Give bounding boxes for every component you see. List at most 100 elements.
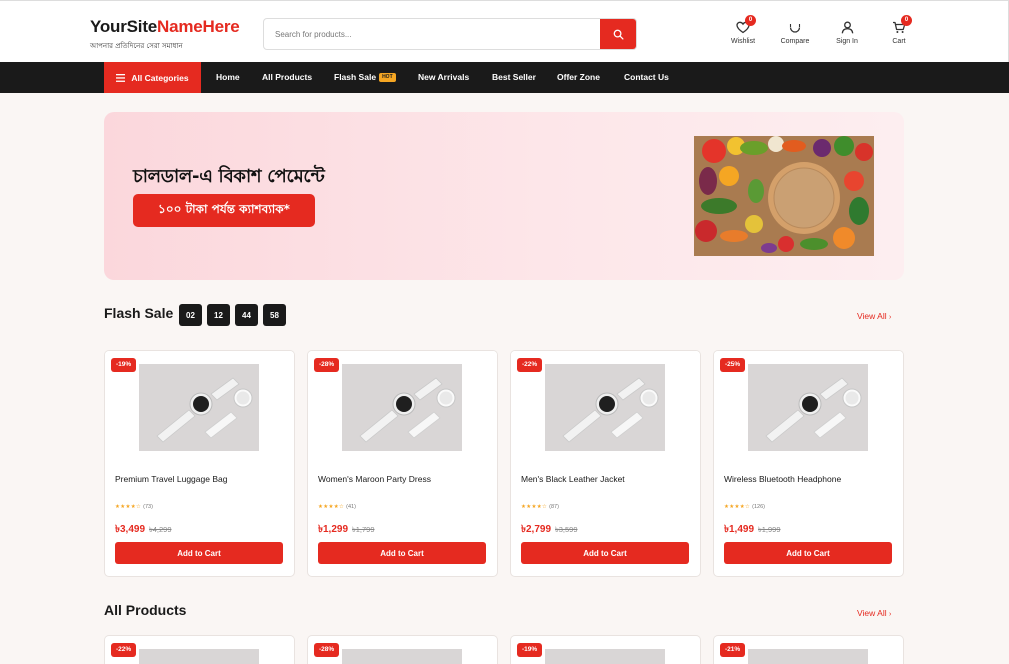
- nav-item-best-seller[interactable]: Best Seller: [492, 62, 536, 93]
- rating-stars: ★★★★☆: [521, 504, 548, 510]
- all-products-title: All Products: [104, 602, 187, 618]
- product-price: ৳2,799 ৳3,599: [521, 522, 578, 539]
- product-name[interactable]: Women's Maroon Party Dress: [318, 474, 431, 484]
- menu-icon: [116, 73, 126, 82]
- all-products-view-all-label: View All: [857, 608, 887, 618]
- product-rating: ★★★★☆ (73): [115, 504, 153, 510]
- discount-badge: -21%: [720, 643, 746, 657]
- nav-item-all-products[interactable]: All Products: [262, 62, 312, 93]
- add-to-cart-button[interactable]: Add to Cart: [318, 542, 486, 564]
- flash-sale-label: Flash Sale: [334, 72, 377, 82]
- product-card[interactable]: -19% Premium Travel Luggage Bag ★★★★☆ (73…: [104, 350, 295, 577]
- cart-button[interactable]: 0 Cart: [879, 15, 919, 45]
- add-to-cart-button[interactable]: Add to Cart: [724, 542, 892, 564]
- search-icon: [613, 29, 624, 40]
- product-card[interactable]: -28% Women's Maroon Party Dress ★★★★☆ (41…: [307, 350, 498, 577]
- product-price: ৳1,299 ৳1,799: [318, 522, 375, 539]
- watch-image: [139, 364, 259, 451]
- product-card[interactable]: -22% Men's Black Leather Jacket ★★★★☆ (87…: [510, 350, 701, 577]
- current-price: ৳1,299: [318, 524, 349, 535]
- discount-badge: -19%: [111, 358, 137, 372]
- product-image: [748, 649, 868, 664]
- old-price: ৳4,299: [149, 525, 172, 534]
- product-rating: ★★★★☆ (126): [724, 504, 765, 510]
- nav-item-flash-sale[interactable]: Flash Sale HOT: [334, 62, 396, 93]
- search-input[interactable]: [264, 19, 602, 49]
- rating-stars: ★★★★☆: [724, 504, 751, 510]
- review-count: (73): [143, 504, 153, 510]
- product-card[interactable]: -22%: [104, 635, 295, 664]
- timer-days: 02: [179, 304, 202, 326]
- product-rating: ★★★★☆ (41): [318, 504, 356, 510]
- discount-badge: -28%: [314, 643, 340, 657]
- product-card[interactable]: -21%: [713, 635, 904, 664]
- nav-item-new-arrivals[interactable]: New Arrivals: [418, 62, 469, 93]
- nav-item-contact-us[interactable]: Contact Us: [624, 62, 669, 93]
- product-rating: ★★★★☆ (87): [521, 504, 559, 510]
- discount-badge: -22%: [517, 358, 543, 372]
- old-price: ৳1,999: [758, 525, 781, 534]
- product-image: [545, 649, 665, 664]
- compare-label: Compare: [780, 38, 810, 45]
- review-count: (126): [752, 504, 765, 510]
- timer-hours: 12: [207, 304, 230, 326]
- product-name[interactable]: Wireless Bluetooth Headphone: [724, 474, 841, 484]
- smartwatch-illustration: [748, 364, 868, 451]
- product-name[interactable]: Men's Black Leather Jacket: [521, 474, 625, 484]
- current-price: ৳2,799: [521, 524, 552, 535]
- rating-stars: ★★★★☆: [115, 504, 142, 510]
- smartwatch-illustration: [139, 364, 259, 451]
- timer-seconds: 58: [263, 304, 286, 326]
- hero-banner[interactable]: চালডাল-এ বিকাশ পেমেন্টে ১০০ টাকা পর্যন্ত…: [104, 112, 904, 280]
- hot-badge: HOT: [379, 73, 396, 83]
- search-button[interactable]: [600, 19, 636, 49]
- smartwatch-illustration: [545, 364, 665, 451]
- timer-minutes: 44: [235, 304, 258, 326]
- vegetables-illustration: [694, 136, 874, 256]
- sign-in-button[interactable]: Sign In: [827, 19, 867, 45]
- site-logo[interactable]: YourSiteNameHere: [90, 17, 240, 37]
- product-name[interactable]: Premium Travel Luggage Bag: [115, 474, 227, 484]
- wishlist-label: Wishlist: [730, 38, 756, 45]
- nav-item-offer-zone[interactable]: Offer Zone: [557, 62, 600, 93]
- site-header: YourSiteNameHere আপনার প্রতিদিনের সেরা স…: [0, 0, 1009, 62]
- chevron-right-icon: ›: [888, 611, 892, 618]
- all-categories-label: All Categories: [131, 72, 189, 83]
- discount-badge: -28%: [314, 358, 340, 372]
- nav-item-home[interactable]: Home: [216, 62, 240, 93]
- all-categories-button[interactable]: All Categories: [104, 62, 201, 93]
- old-price: ৳3,599: [555, 525, 578, 534]
- hero-cashback-button[interactable]: ১০০ টাকা পর্যন্ত ক্যাশব্যাক*: [133, 194, 315, 227]
- hero-title: চালডাল-এ বিকাশ পেমেন্টে: [133, 166, 325, 187]
- product-card[interactable]: -25% Wireless Bluetooth Headphone ★★★★☆(…: [713, 350, 904, 577]
- refresh-icon: [789, 23, 801, 33]
- cart-label: Cart: [892, 38, 906, 45]
- all-products-view-all-link[interactable]: View All ›: [857, 608, 891, 618]
- discount-badge: -22%: [111, 643, 137, 657]
- add-to-cart-button[interactable]: Add to Cart: [115, 542, 283, 564]
- watch-image: [748, 364, 868, 451]
- discount-badge: -19%: [517, 643, 543, 657]
- current-price: ৳1,499: [724, 524, 755, 535]
- chevron-right-icon: ›: [888, 314, 892, 321]
- current-price: ৳3,499: [115, 524, 146, 535]
- site-tagline: আপনার প্রতিদিনের সেরা সমাধান: [90, 42, 183, 50]
- add-to-cart-button[interactable]: Add to Cart: [521, 542, 689, 564]
- compare-button[interactable]: Compare: [775, 19, 815, 45]
- flash-view-all-label: View All: [857, 311, 887, 321]
- main-nav: All Categories Home All Products Flash S…: [0, 62, 1009, 93]
- user-icon: [841, 21, 853, 33]
- review-count: (41): [346, 504, 356, 510]
- product-card[interactable]: -28%: [307, 635, 498, 664]
- wishlist-button[interactable]: 0 Wishlist: [723, 15, 763, 45]
- review-count: (87): [549, 504, 559, 510]
- sign-in-label: Sign In: [836, 38, 858, 45]
- product-price: ৳3,499 ৳4,299: [115, 522, 172, 539]
- product-price: ৳1,499 ৳1,999: [724, 522, 781, 539]
- discount-badge: -25%: [720, 358, 746, 372]
- product-card[interactable]: -19%: [510, 635, 701, 664]
- flash-view-all-link[interactable]: View All ›: [857, 311, 891, 321]
- product-image: [139, 649, 259, 664]
- watch-image: [545, 364, 665, 451]
- product-image: [342, 649, 462, 664]
